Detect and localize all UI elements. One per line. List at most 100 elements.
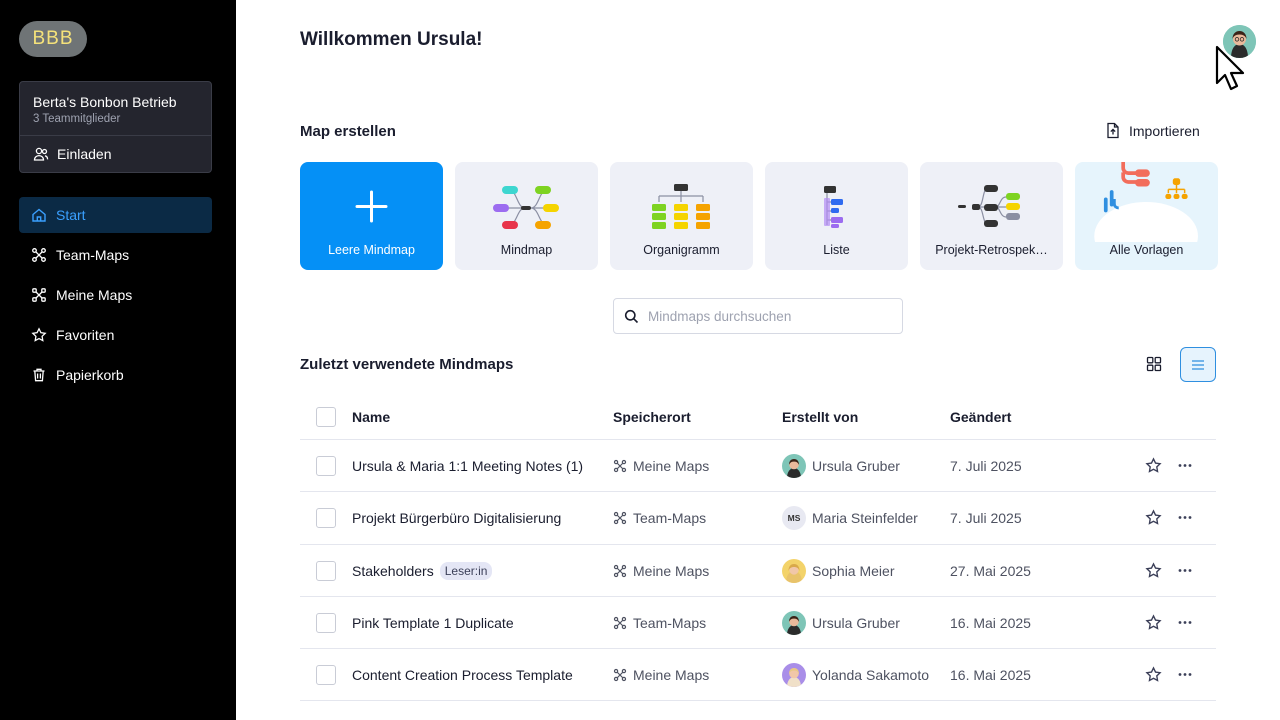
changed-date: 7. Juli 2025: [950, 510, 1022, 527]
map-name-cell[interactable]: Projekt Bürgerbüro Digitalisierung: [352, 508, 561, 528]
row-checkbox[interactable]: [316, 456, 336, 476]
my-maps-icon: [613, 669, 627, 682]
more-options-icon[interactable]: [1176, 614, 1194, 631]
sidebar-item-label: Favoriten: [56, 327, 115, 343]
location-cell: Team-Maps: [613, 613, 706, 633]
favorite-star-icon[interactable]: [1145, 666, 1162, 683]
template-all-templates[interactable]: Alle Vorlagen: [1075, 162, 1218, 270]
template-label: Organigramm: [643, 243, 720, 257]
table-header-row: Name Speicherort Erstellt von Geändert: [300, 396, 1216, 440]
sidebar-item-trash[interactable]: Papierkorb: [19, 357, 212, 393]
more-options-icon[interactable]: [1176, 562, 1194, 579]
team-card[interactable]: Berta's Bonbon Betrieb 3 Teammitglieder …: [19, 81, 212, 173]
column-header-location[interactable]: Speicherort: [613, 409, 691, 425]
template-org-chart[interactable]: Organigramm: [610, 162, 753, 270]
location-label: Team-Maps: [633, 614, 707, 631]
row-checkbox[interactable]: [316, 560, 336, 581]
template-blank-mindmap[interactable]: Leere Mindmap: [300, 162, 443, 270]
more-options-icon[interactable]: [1176, 509, 1194, 526]
grid-view-button[interactable]: [1137, 347, 1171, 381]
sidebar-item-team-maps[interactable]: Team-Maps: [19, 237, 212, 273]
creator-cell: MS Maria Steinfelder: [782, 506, 918, 531]
table-row[interactable]: Pink Template 1 Duplicate Team-Maps Ursu…: [300, 597, 1216, 650]
map-name: Content Creation Process Template: [352, 667, 573, 684]
sidebar: BBB Berta's Bonbon Betrieb 3 Teammitglie…: [0, 0, 236, 720]
recent-maps-table: Name Speicherort Erstellt von Geändert U…: [300, 396, 1216, 702]
home-icon: [32, 208, 46, 222]
changed-date: 16. Mai 2025: [950, 614, 1031, 631]
list-view-button[interactable]: [1180, 347, 1216, 382]
template-project-retrospective[interactable]: Projekt-Retrospek…: [920, 162, 1063, 270]
invite-button[interactable]: Einladen: [33, 146, 112, 162]
map-name-cell[interactable]: Ursula & Maria 1:1 Meeting Notes (1): [352, 456, 583, 476]
role-badge: Leser:in: [439, 561, 493, 580]
creator-avatar: [782, 558, 806, 583]
map-name-cell[interactable]: Content Creation Process Template: [352, 665, 573, 685]
template-label: Liste: [823, 243, 850, 257]
creator-avatar: [782, 454, 806, 478]
map-name-cell[interactable]: Pink Template 1 Duplicate: [352, 613, 514, 633]
template-mindmap[interactable]: Mindmap: [455, 162, 598, 270]
table-row[interactable]: Stakeholders Leser:in Meine Maps Sophia M…: [300, 545, 1216, 597]
changed-date: 7. Juli 2025: [950, 458, 1022, 474]
table-row[interactable]: Ursula & Maria 1:1 Meeting Notes (1) Mei…: [300, 440, 1216, 493]
map-name: Stakeholders: [352, 562, 434, 579]
creator-name: Sophia Meier: [812, 562, 895, 579]
sidebar-nav: Start Team-Maps Meine Maps Favoriten Pap…: [19, 197, 212, 397]
sidebar-item-label: Meine Maps: [56, 287, 133, 303]
column-header-changed[interactable]: Geändert: [950, 409, 1011, 425]
row-checkbox[interactable]: [316, 508, 336, 529]
row-checkbox[interactable]: [316, 612, 336, 633]
column-header-created-by[interactable]: Erstellt von: [782, 409, 858, 425]
workspace-logo[interactable]: BBB: [19, 21, 87, 57]
star-icon: [31, 327, 47, 342]
templates-collage-icon: [1094, 162, 1198, 242]
more-options-icon[interactable]: [1176, 666, 1194, 683]
row-checkbox[interactable]: [316, 665, 336, 686]
favorite-star-icon[interactable]: [1145, 614, 1162, 631]
sidebar-item-my-maps[interactable]: Meine Maps: [19, 277, 212, 313]
favorite-star-icon[interactable]: [1145, 509, 1162, 526]
sidebar-item-label: Papierkorb: [56, 367, 124, 383]
search-input[interactable]: [648, 308, 888, 324]
favorite-star-icon[interactable]: [1145, 457, 1162, 474]
search-box: [613, 298, 903, 334]
sidebar-item-start[interactable]: Start: [19, 197, 212, 233]
column-header-name[interactable]: Name: [352, 409, 390, 425]
my-maps-icon: [32, 288, 46, 302]
my-maps-icon: [613, 459, 627, 473]
location-label: Meine Maps: [633, 667, 710, 684]
more-options-icon[interactable]: [1176, 457, 1194, 474]
import-button[interactable]: Importieren: [1105, 122, 1200, 139]
template-list[interactable]: Liste: [765, 162, 908, 270]
mouse-cursor-icon: [1215, 45, 1245, 91]
welcome-heading: Willkommen Ursula!: [300, 29, 483, 50]
my-maps-icon: [613, 564, 627, 577]
template-label: Mindmap: [500, 243, 553, 257]
import-label: Importieren: [1129, 122, 1200, 139]
sidebar-item-favorites[interactable]: Favoriten: [19, 317, 212, 353]
select-all-checkbox[interactable]: [316, 407, 336, 427]
table-body: Ursula & Maria 1:1 Meeting Notes (1) Mei…: [300, 440, 1216, 702]
creator-cell: Ursula Gruber: [782, 610, 900, 635]
map-name-cell[interactable]: Stakeholders Leser:in: [352, 561, 493, 581]
creator-avatar: [782, 610, 806, 635]
location-cell: Meine Maps: [613, 561, 709, 581]
trash-icon: [33, 368, 45, 382]
changed-date: 16. Mai 2025: [950, 667, 1031, 684]
team-maps-icon: [613, 616, 627, 630]
search-icon: [624, 309, 639, 323]
table-row[interactable]: Projekt Bürgerbüro Digitalisierung Team-…: [300, 492, 1216, 545]
team-maps-icon: [613, 512, 627, 525]
template-label: Leere Mindmap: [328, 243, 415, 257]
location-cell: Team-Maps: [613, 508, 706, 528]
mindmap-illustration-icon: [493, 186, 559, 229]
app-root: BBB Berta's Bonbon Betrieb 3 Teammitglie…: [0, 0, 1280, 720]
creator-cell: Yolanda Sakamoto: [782, 663, 929, 688]
table-row[interactable]: Content Creation Process Template Meine …: [300, 649, 1216, 702]
creator-name: Ursula Gruber: [812, 614, 900, 631]
creator-avatar: [782, 663, 806, 688]
list-illustration-icon: [824, 186, 843, 228]
favorite-star-icon[interactable]: [1145, 561, 1162, 579]
location-cell: Meine Maps: [613, 456, 709, 476]
